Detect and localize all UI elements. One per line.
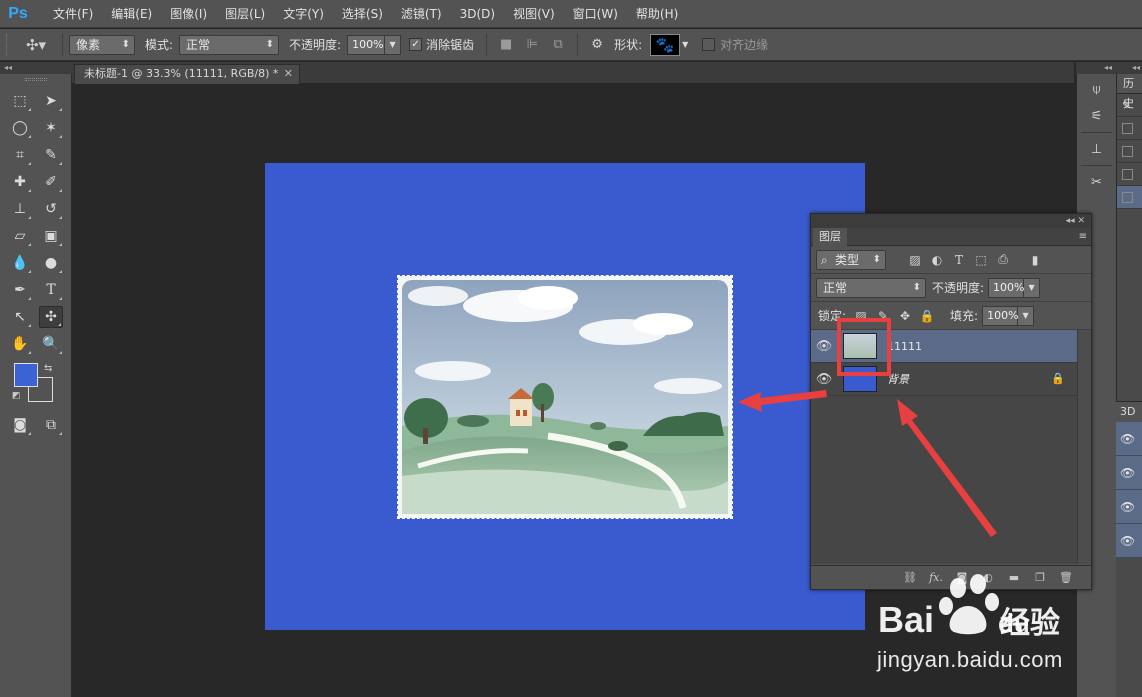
highlight-box bbox=[837, 318, 891, 376]
svg-text:Bai: Bai bbox=[878, 599, 934, 640]
watermark-brand: 经验 bbox=[1000, 607, 1060, 640]
arrow-to-layer-thumbnail bbox=[897, 399, 997, 537]
watermark-url: jingyan.baidu.com bbox=[877, 647, 1063, 672]
arrow-to-image bbox=[738, 390, 827, 412]
